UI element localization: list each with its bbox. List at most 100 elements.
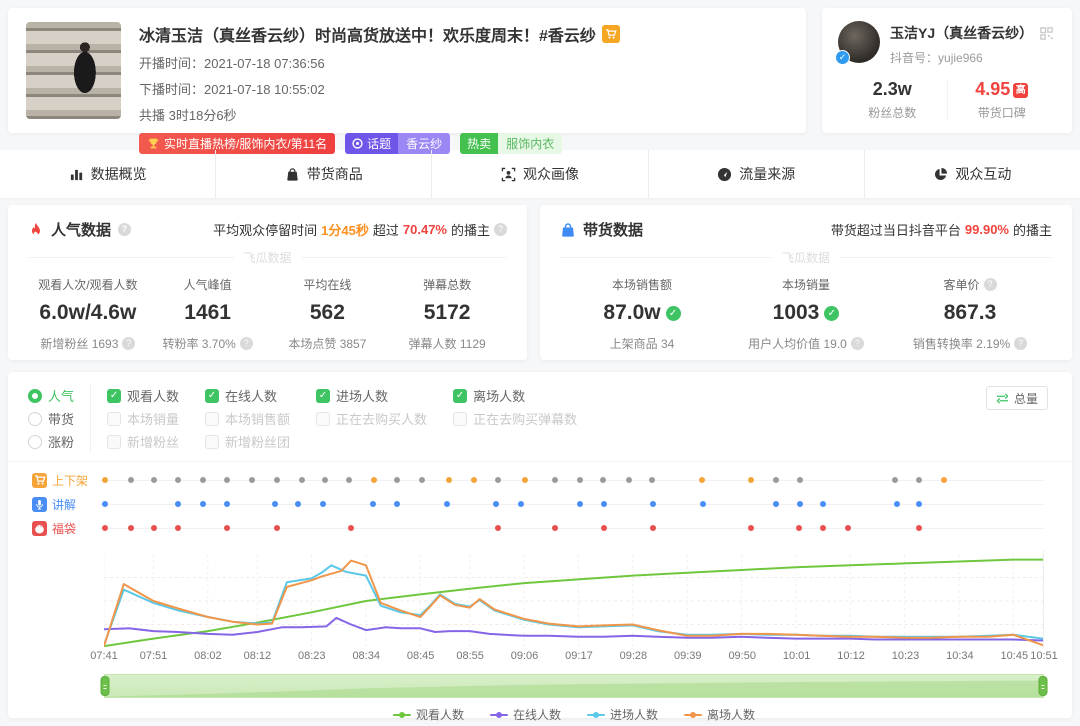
reputation-stat: 4.95高 带货口碑 [947, 79, 1057, 121]
timeline-event-dot [522, 477, 528, 483]
timeline-event-dot [773, 477, 779, 483]
end-time-value: 2021-07-18 10:55:02 [204, 82, 325, 97]
top-row: 冰清玉洁（真丝香云纱）时尚高货放送中！欢乐度周末！#香云纱 开播时间：2021-… [0, 0, 1080, 133]
help-icon[interactable]: ? [1014, 337, 1027, 350]
timeline-track [100, 516, 1044, 540]
timeline-event-dot [626, 477, 632, 483]
timeline-event-dot [224, 525, 230, 531]
stat-sub: 用户人均价值 19.0? [724, 335, 888, 352]
x-axis-tick: 08:23 [298, 650, 326, 662]
legend-marker [587, 711, 605, 719]
total-icon [996, 393, 1009, 404]
duration-value: 3时18分6秒 [169, 108, 237, 123]
duration-label: 共播 [139, 108, 165, 123]
legend-item[interactable]: 观看人数 [393, 706, 464, 723]
series-checkbox[interactable]: 本场销售额 [205, 407, 290, 430]
nav-tab-3[interactable]: 观众画像 [431, 150, 647, 198]
topic-icon [352, 138, 363, 149]
nav-tab-2[interactable]: 带货商品 [215, 150, 431, 198]
timeline-event-dot [601, 525, 607, 531]
chart-controls: 人气带货涨粉 ✓观看人数 ✓在线人数 ✓进场人数 ✓离场人数本场销量 本场销售额 正在去购… [8, 372, 1072, 457]
help-icon[interactable]: ? [240, 337, 253, 350]
stream-thumbnail [26, 22, 121, 119]
nav-tab-1[interactable]: 数据概览 [0, 150, 215, 198]
x-axis-tick: 09:06 [511, 650, 539, 662]
series-checkbox[interactable]: 本场销量 [107, 407, 179, 430]
total-toggle-button[interactable]: 总量 [986, 386, 1048, 410]
series-checkbox[interactable]: ✓在线人数 [205, 384, 290, 407]
qr-code-icon[interactable] [1039, 26, 1054, 41]
range-slider-left-handle[interactable] [101, 676, 110, 696]
stat-column: 本场销售额87.0w✓上架商品 34 [560, 276, 724, 352]
timeline-event-dot [274, 525, 280, 531]
stat-value: 87.0w✓ [560, 301, 724, 325]
range-slider[interactable] [104, 674, 1044, 698]
timeline-event-dot [796, 525, 802, 531]
help-icon[interactable]: ? [494, 223, 507, 236]
timeline-event-dot [200, 477, 206, 483]
timeline-event-dot [650, 525, 656, 531]
timeline-event-dot [649, 477, 655, 483]
timeline-event-dot [128, 477, 134, 483]
stat-column: 观看人次/观看人数6.0w/4.6w新增粉丝 1693? [28, 276, 148, 352]
legend-item[interactable]: 进场人数 [587, 706, 658, 723]
timeline-event-dot [274, 477, 280, 483]
series-checkbox[interactable]: ✓离场人数 [453, 384, 577, 407]
timeline-event-dot [845, 525, 851, 531]
help-icon[interactable]: ? [984, 278, 997, 291]
timeline-event-dot [552, 525, 558, 531]
cart-icon [602, 25, 620, 43]
timeline-event-dot [601, 501, 607, 507]
mic-icon [32, 497, 47, 512]
timeline-event-dot [495, 477, 501, 483]
nav-tab-5[interactable]: 观众互动 [864, 150, 1080, 198]
help-icon[interactable]: ? [122, 337, 135, 350]
popularity-stats: 观看人次/观看人数6.0w/4.6w新增粉丝 1693?人气峰值1461转粉率 … [28, 276, 507, 352]
stat-sub: 弹幕人数 1129 [387, 335, 507, 352]
series-checkbox[interactable]: 新增粉丝 [107, 430, 179, 453]
radio-icon [28, 412, 42, 426]
timeline-event-dot [102, 501, 108, 507]
help-icon[interactable]: ? [118, 223, 131, 236]
stat-column: 客单价?867.3销售转换率 2.19%? [888, 276, 1052, 352]
timeline-event-dot [650, 501, 656, 507]
series-checkbox[interactable]: 正在去购买人数 [316, 407, 427, 430]
timeline-row: 上下架 [32, 468, 1044, 492]
timeline-event-dot [797, 501, 803, 507]
series-checkbox[interactable]: ✓观看人数 [107, 384, 179, 407]
timeline-event-dot [224, 477, 230, 483]
range-slider-right-handle[interactable] [1039, 676, 1048, 696]
series-checkbox[interactable]: 正在去购买弹幕数 [453, 407, 577, 430]
timeline-event-dot [916, 477, 922, 483]
legend-marker [684, 711, 702, 719]
cart-icon [32, 473, 47, 488]
help-icon[interactable]: ? [851, 337, 864, 350]
nav-tab-4[interactable]: 流量来源 [648, 150, 864, 198]
metric-radio[interactable]: 涨粉 [28, 430, 74, 453]
x-axis-tick: 08:55 [456, 650, 484, 662]
series-checkbox[interactable]: 新增粉丝团 [205, 430, 290, 453]
timeline-event-dot [471, 477, 477, 483]
metric-radio[interactable]: 人气 [28, 384, 74, 407]
popularity-title: 人气数据 [51, 219, 111, 240]
sales-summary: 带货超过当日抖音平台 99.90% 的播主 [831, 220, 1052, 239]
x-axis-tick: 08:45 [407, 650, 435, 662]
stream-title: 冰清玉洁（真丝香云纱）时尚高货放送中！欢乐度周末！#香云纱 [139, 22, 596, 46]
legend-item[interactable]: 在线人数 [490, 706, 561, 723]
popularity-summary: 平均观众停留时间 1分45秒 超过 70.47% 的播主 ? [213, 220, 507, 239]
traffic-source-icon [717, 167, 732, 182]
checkbox-icon: ✓ [205, 389, 219, 403]
timeline-event-dot [941, 477, 947, 483]
series-checkbox[interactable]: ✓进场人数 [316, 384, 427, 407]
timeline-event-dot [348, 525, 354, 531]
legend-marker [490, 711, 508, 719]
range-slider-minimap [105, 675, 1043, 697]
verified-icon: ✓ [824, 306, 839, 321]
start-time-label: 开播时间： [139, 56, 204, 71]
x-axis-tick: 10:23 [892, 650, 920, 662]
stream-info-card: 冰清玉洁（真丝香云纱）时尚高货放送中！欢乐度周末！#香云纱 开播时间：2021-… [8, 8, 806, 133]
douyin-id-label: 抖音号： [890, 51, 938, 65]
metric-radio[interactable]: 带货 [28, 407, 74, 430]
timeline-event-dot [175, 525, 181, 531]
legend-item[interactable]: 离场人数 [684, 706, 755, 723]
